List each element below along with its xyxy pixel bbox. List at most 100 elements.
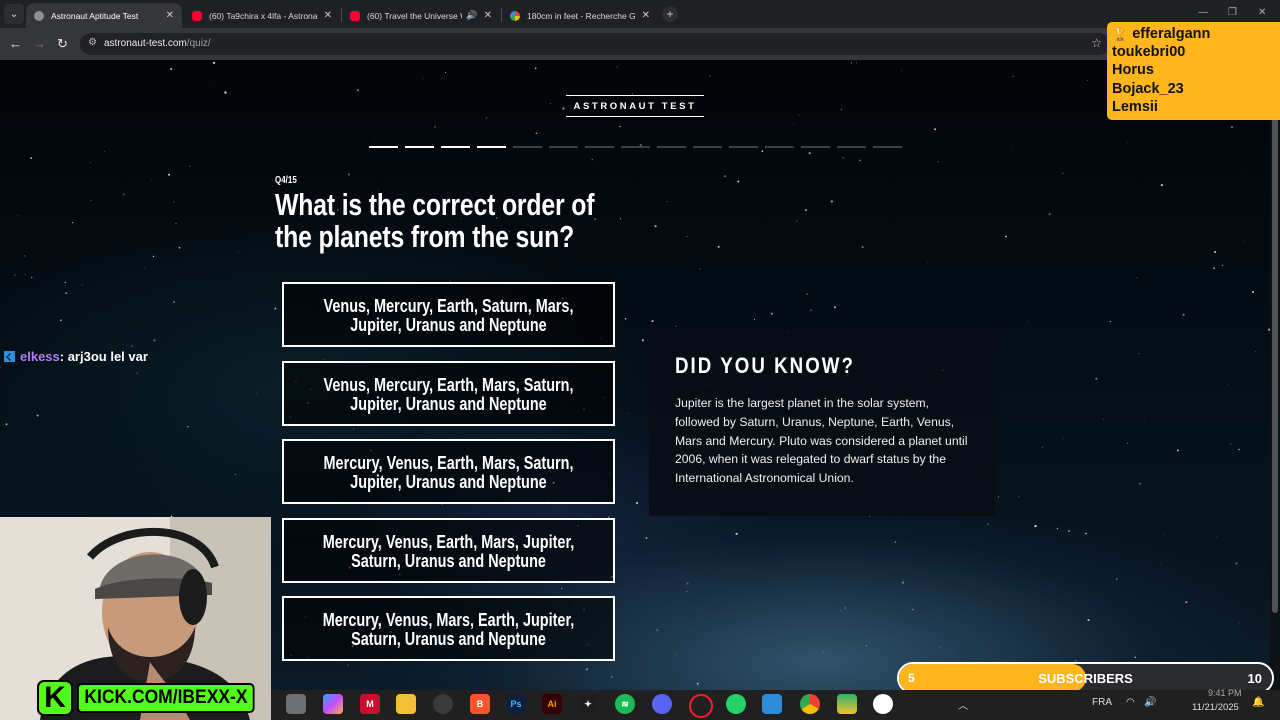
tab-astronaut-test[interactable]: Astronaut Aptitude Test ✕ <box>26 3 182 28</box>
url-text[interactable]: astronaut-test.com/quiz/ <box>104 38 211 49</box>
figma-icon[interactable]: ✦ <box>578 694 598 714</box>
new-tab-button[interactable]: + <box>662 6 678 22</box>
star <box>699 268 701 270</box>
bluestacks-icon[interactable] <box>837 694 857 714</box>
star <box>1103 418 1105 420</box>
answer-option-5[interactable]: Mercury, Venus, Mars, Earth, Jupiter, Sa… <box>282 596 615 661</box>
star <box>654 225 657 228</box>
task-view-icon[interactable] <box>286 694 306 714</box>
tab-youtube-1[interactable]: (60) Ta9chira x 4lfa - Astronaut ✕ <box>184 3 340 28</box>
star <box>770 312 773 315</box>
star <box>347 173 350 176</box>
star <box>5 423 8 426</box>
mcafee-icon[interactable]: M <box>360 694 380 714</box>
progress-segment <box>477 146 506 148</box>
star <box>30 276 33 279</box>
answer-label: Mercury, Venus, Earth, Mars, Jupiter, Sa… <box>322 530 575 571</box>
star <box>374 138 376 140</box>
progress-segment <box>513 146 542 148</box>
copilot-icon[interactable] <box>323 694 343 714</box>
star <box>610 675 613 679</box>
close-icon[interactable]: ✕ <box>484 10 492 21</box>
kick-channel-banner: K KICK.COM/IBEXX-X <box>37 680 270 716</box>
star <box>645 537 648 539</box>
discord-icon[interactable] <box>652 694 672 714</box>
chrome-icon[interactable] <box>800 694 820 714</box>
notification-bell-icon[interactable]: 🔔 <box>1252 697 1264 708</box>
star <box>837 65 839 67</box>
star <box>1116 578 1118 580</box>
site-info-icon[interactable]: ⚙ <box>88 37 97 48</box>
star <box>341 662 342 663</box>
star <box>1163 534 1165 536</box>
spotify-icon[interactable]: ≋ <box>615 694 635 714</box>
volume-icon[interactable]: 🔊 <box>1144 697 1156 708</box>
close-icon[interactable]: ✕ <box>324 10 332 21</box>
tab-search-button[interactable]: ⌄ <box>4 4 24 24</box>
tab-title: 180cm in feet - Recherche Goo <box>527 10 636 21</box>
star <box>1012 75 1015 78</box>
photoshop-icon[interactable]: Ps <box>506 694 526 714</box>
back-arrow-icon[interactable]: ← <box>9 36 22 51</box>
star <box>619 218 622 220</box>
progress-segment <box>837 146 866 148</box>
forward-arrow-icon[interactable]: → <box>33 36 46 51</box>
star <box>686 591 688 593</box>
answer-option-3[interactable]: Mercury, Venus, Earth, Mars, Saturn, Jup… <box>282 439 615 504</box>
whatsapp-icon[interactable] <box>726 694 746 714</box>
star <box>324 358 325 360</box>
subscriber-badge-icon <box>4 351 15 362</box>
brave-icon[interactable]: B <box>470 694 490 714</box>
close-icon[interactable]: ✕ <box>166 10 174 21</box>
maximize-icon[interactable]: ❐ <box>1228 7 1237 18</box>
star <box>13 274 16 276</box>
star <box>1056 527 1059 530</box>
wifi-icon[interactable]: ◠ <box>1126 697 1135 708</box>
star <box>1041 446 1044 449</box>
window-close-icon[interactable]: ✕ <box>1258 7 1266 18</box>
speaker-icon[interactable]: 🔊 <box>466 10 477 21</box>
star <box>1134 656 1136 658</box>
tab-google-search[interactable]: 180cm in feet - Recherche Goo ✕ <box>502 3 658 28</box>
star <box>30 157 33 160</box>
star <box>198 436 200 438</box>
reload-icon[interactable]: ↻ <box>57 36 68 52</box>
opera-icon[interactable] <box>689 694 713 718</box>
star <box>1048 212 1051 216</box>
steam-icon[interactable] <box>433 694 453 714</box>
site-logo[interactable]: ASTRONAUT TEST <box>566 95 704 117</box>
illustrator-icon[interactable]: Ai <box>542 694 562 714</box>
answer-option-1[interactable]: Venus, Mercury, Earth, Saturn, Mars, Jup… <box>282 282 615 347</box>
star <box>1185 601 1188 604</box>
close-icon[interactable]: ✕ <box>642 10 650 21</box>
progress-segment <box>549 146 578 148</box>
clock-date[interactable]: 11/21/2025 <box>1192 702 1239 713</box>
star <box>1138 352 1140 355</box>
star <box>1127 442 1129 444</box>
chat-message: elkess: arj3ou lel var <box>4 349 148 364</box>
quiz-progress-bar <box>369 146 902 148</box>
bookmark-star-icon[interactable]: ☆ <box>1091 36 1102 50</box>
star <box>1027 319 1028 321</box>
answer-option-4[interactable]: Mercury, Venus, Earth, Mars, Jupiter, Sa… <box>282 518 615 583</box>
star <box>675 653 677 655</box>
file-explorer-icon[interactable] <box>396 694 416 714</box>
star <box>675 325 677 327</box>
star <box>549 102 551 104</box>
obs-icon[interactable] <box>873 694 893 714</box>
answer-option-2[interactable]: Venus, Mercury, Earth, Mars, Saturn, Jup… <box>282 361 615 426</box>
chevron-up-icon[interactable]: ︿ <box>958 697 968 712</box>
language-indicator[interactable]: FRA <box>1092 697 1112 708</box>
tab-youtube-2[interactable]: (60) Travel the Universe Wi 🔊 ✕ <box>342 3 500 28</box>
page-scrollbar[interactable] <box>1270 61 1280 690</box>
star <box>16 214 18 216</box>
star <box>1235 562 1238 565</box>
star <box>356 89 359 92</box>
minimize-icon[interactable]: — <box>1198 7 1208 18</box>
address-bar[interactable]: ⚙ astronaut-test.com/quiz/ ☆ <box>80 33 1110 55</box>
star <box>434 125 437 128</box>
star <box>234 474 236 476</box>
clock-time[interactable]: 9:41 PM <box>1208 688 1242 698</box>
snipping-tool-icon[interactable] <box>762 694 782 714</box>
scrollbar-thumb[interactable] <box>1272 63 1278 613</box>
